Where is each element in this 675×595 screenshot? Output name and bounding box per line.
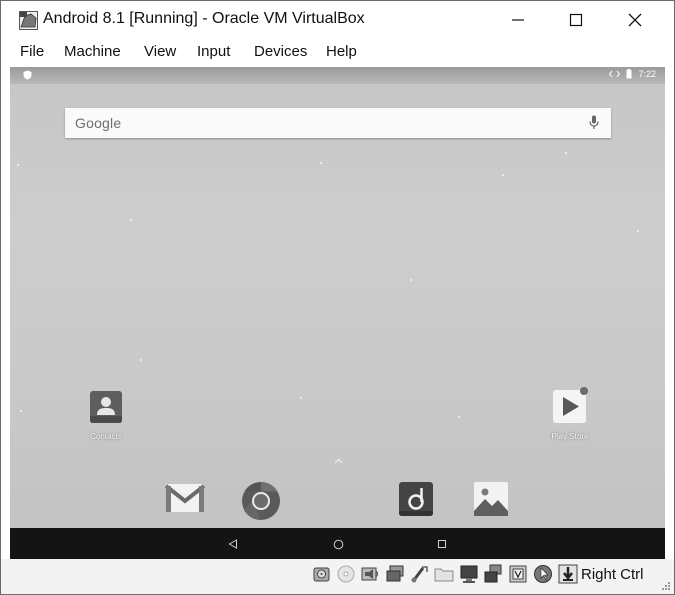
wallpaper-sparkle <box>300 397 302 399</box>
nav-recents-button[interactable] <box>433 535 451 553</box>
display-icon[interactable] <box>459 564 479 584</box>
network-icon[interactable] <box>385 564 405 584</box>
back-icon <box>228 539 237 549</box>
menu-machine[interactable]: Machine <box>64 43 121 60</box>
play-store-icon <box>553 387 588 423</box>
app-play-store[interactable] <box>551 387 589 430</box>
wallpaper-sparkle <box>502 174 504 176</box>
menu-devices[interactable]: Devices <box>254 43 307 60</box>
contacts-icon <box>90 391 122 423</box>
keyboard-capture-icon[interactable] <box>558 564 578 584</box>
video-capture-icon[interactable] <box>483 564 503 584</box>
home-icon <box>333 539 343 549</box>
minimize-button[interactable] <box>495 5 541 35</box>
shared-folders-icon[interactable] <box>434 564 454 584</box>
nav-home-button[interactable] <box>329 535 347 553</box>
mic-icon[interactable] <box>589 115 599 130</box>
virtualbox-app-icon <box>19 11 38 30</box>
mouse-integration-icon[interactable] <box>533 564 553 584</box>
app-contacts[interactable] <box>88 389 124 430</box>
chrome-icon[interactable] <box>241 481 281 521</box>
chevron-up-icon[interactable] <box>334 458 343 464</box>
audio-icon[interactable] <box>361 564 381 584</box>
recents-icon <box>438 540 446 548</box>
maximize-button[interactable] <box>553 5 599 35</box>
resize-grip-icon[interactable] <box>661 581 671 591</box>
gmail-icon[interactable] <box>165 481 205 515</box>
optical-disk-icon[interactable] <box>336 564 356 584</box>
nav-back-button[interactable] <box>224 535 242 553</box>
wallpaper-sparkle <box>140 359 142 361</box>
android-status-bar: 7:22 <box>10 67 665 84</box>
photos-icon[interactable] <box>473 481 509 517</box>
maximize-icon <box>569 13 583 27</box>
google-logo: Google <box>75 115 122 131</box>
close-button[interactable] <box>612 5 658 35</box>
data-arrows-icon <box>609 70 621 78</box>
wallpaper-sparkle <box>410 279 412 281</box>
status-icons: 7:22 <box>609 69 656 79</box>
virtualbox-window: Android 8.1 [Running] - Oracle VM Virtua… <box>0 0 675 595</box>
menu-view[interactable]: View <box>144 43 176 60</box>
android-nav-bar <box>10 528 665 559</box>
hard-disk-icon[interactable] <box>312 564 332 584</box>
menu-input[interactable]: Input <box>197 43 230 60</box>
vbox-status-bar: Right Ctrl <box>1 559 674 594</box>
shield-icon <box>23 70 32 80</box>
battery-icon <box>626 69 632 79</box>
app-play-store-label: Play Store <box>551 432 589 441</box>
google-search-bar[interactable]: Google <box>65 108 611 138</box>
close-icon <box>628 13 642 27</box>
status-time: 7:22 <box>638 69 656 79</box>
wallpaper-sparkle <box>20 410 22 412</box>
music-icon[interactable] <box>398 481 434 517</box>
host-key-label: Right Ctrl <box>581 566 644 583</box>
wallpaper-sparkle <box>565 152 567 154</box>
minimize-icon <box>512 19 524 21</box>
usb-icon[interactable] <box>410 564 430 584</box>
wallpaper-sparkle <box>17 164 19 166</box>
title-bar: Android 8.1 [Running] - Oracle VM Virtua… <box>1 1 674 39</box>
android-screen[interactable]: 7:22 Google Contacts Play Store <box>10 67 665 529</box>
wallpaper-sparkle <box>637 230 639 232</box>
wallpaper-sparkle <box>458 416 460 418</box>
wallpaper-sparkle <box>130 219 132 221</box>
wallpaper-sparkle <box>320 162 322 164</box>
virtualization-icon[interactable] <box>508 564 528 584</box>
window-title: Android 8.1 [Running] - Oracle VM Virtua… <box>43 10 365 27</box>
menu-file[interactable]: File <box>20 43 44 60</box>
menu-bar: File Machine View Input Devices Help <box>1 39 674 67</box>
menu-help[interactable]: Help <box>326 43 357 60</box>
app-contacts-label: Contacts <box>90 432 122 441</box>
